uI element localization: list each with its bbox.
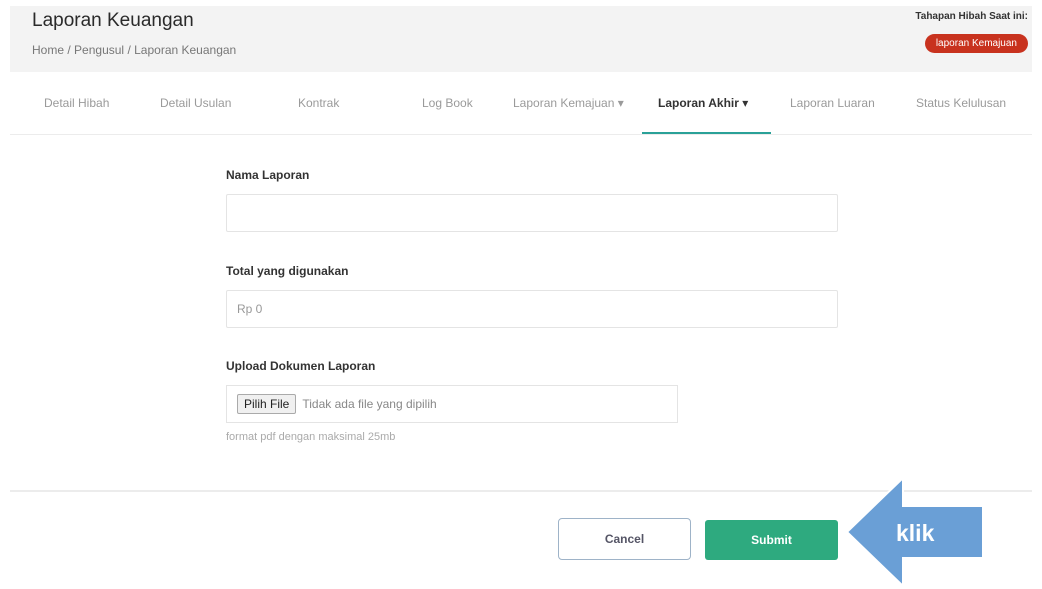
page-header: Laporan Keuangan Home / Pengusul / Lapor… [10,6,1032,72]
tab-laporan-kemajuan[interactable]: Laporan Kemajuan ▾ [513,96,624,110]
tab-log-book[interactable]: Log Book [422,96,473,110]
tab-bar: Detail Hibah Detail Usulan Kontrak Log B… [10,88,1032,136]
breadcrumb-current: Laporan Keuangan [134,43,237,57]
file-upload-field: Pilih File Tidak ada file yang dipilih [226,385,678,423]
tab-kontrak[interactable]: Kontrak [298,96,339,110]
nama-laporan-label: Nama Laporan [226,168,310,182]
breadcrumb-pengusul[interactable]: Pengusul [74,43,124,57]
stage-badge: laporan Kemajuan [924,34,1028,53]
tab-detail-usulan[interactable]: Detail Usulan [160,96,231,110]
annotation-label: klik [896,520,935,546]
tab-laporan-akhir[interactable]: Laporan Akhir ▾ [658,96,748,110]
nama-laporan-input[interactable] [226,194,838,232]
cancel-button[interactable]: Cancel [558,518,691,560]
breadcrumb-separator: / [67,43,71,57]
file-hint: format pdf dengan maksimal 25mb [226,431,396,443]
breadcrumb-home[interactable]: Home [32,43,64,57]
page-title: Laporan Keuangan [32,10,194,31]
stage-label: Tahapan Hibah Saat ini: [915,11,1028,22]
tab-status-kelulusan[interactable]: Status Kelulusan [916,96,1006,110]
tab-divider [10,134,1032,135]
tab-detail-hibah[interactable]: Detail Hibah [44,96,109,110]
breadcrumb: Home / Pengusul / Laporan Keuangan [32,43,236,57]
choose-file-button[interactable]: Pilih File [237,394,297,414]
file-status: Tidak ada file yang dipilih [302,397,437,411]
total-input[interactable] [226,290,838,328]
total-label: Total yang digunakan [226,264,349,278]
tab-laporan-luaran[interactable]: Laporan Luaran [790,96,875,110]
upload-label: Upload Dokumen Laporan [226,359,376,373]
submit-button[interactable]: Submit [705,520,838,560]
breadcrumb-separator: / [127,43,131,57]
